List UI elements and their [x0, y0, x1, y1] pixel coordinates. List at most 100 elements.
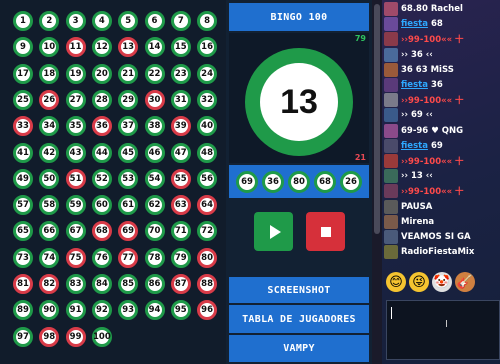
chat-text: 69-96 ♥ QNG	[401, 125, 464, 136]
board-number: 52	[91, 168, 112, 189]
board-number: 61	[118, 195, 139, 216]
called-count: 21	[354, 153, 366, 162]
chat-text: RadioFiestaMix	[401, 247, 475, 258]
remaining-count: 79	[354, 34, 366, 43]
recent-number: 80	[288, 170, 310, 193]
board-number: 64	[197, 195, 218, 216]
screenshot-button[interactable]: SCREENSHOT	[229, 277, 369, 303]
avatar[interactable]	[384, 2, 398, 16]
board-number: 4	[91, 11, 112, 31]
board-number: 86	[144, 274, 165, 294]
recent-numbers: 69 36 80 68 26	[229, 165, 369, 198]
avatar[interactable]	[384, 17, 398, 32]
stop-button[interactable]	[306, 212, 345, 251]
board-number: 2	[39, 11, 60, 31]
playback-controls	[229, 199, 369, 275]
avatar[interactable]	[384, 138, 398, 153]
board-number: 34	[39, 116, 60, 137]
chat-scrollbar[interactable]	[372, 0, 382, 364]
vampy-button[interactable]: VAMPY	[229, 335, 369, 362]
board-number: 70	[144, 221, 165, 242]
avatar[interactable]	[384, 214, 398, 229]
board-number: 26	[39, 89, 60, 110]
avatar[interactable]	[384, 184, 398, 199]
board-number: 78	[144, 247, 165, 268]
board-number: 65	[13, 221, 33, 242]
board-number: 69	[118, 221, 139, 242]
board-number: 76	[91, 247, 112, 268]
board-number: 5	[118, 11, 139, 31]
board-number: 19	[65, 63, 86, 84]
board-number: 72	[197, 221, 218, 242]
avatar[interactable]	[384, 154, 398, 168]
play-button[interactable]	[254, 212, 293, 251]
board-number: 97	[13, 326, 33, 347]
board-number: 44	[91, 142, 112, 163]
board-number: 33	[13, 116, 33, 137]
board-number: 68	[91, 221, 112, 242]
avatar[interactable]	[384, 169, 398, 184]
board-number: 11	[65, 37, 86, 58]
chat-text: ›› 13 ‹‹	[401, 171, 433, 182]
chat-username[interactable]: fiesta	[401, 19, 428, 29]
avatar[interactable]	[384, 230, 398, 244]
chat-text: ››99-100«« 十	[401, 157, 464, 167]
board-number: 50	[39, 168, 60, 189]
players-table-button[interactable]: TABLA DE JUGADORES	[229, 305, 369, 333]
avatar[interactable]	[384, 199, 398, 214]
board-number: 7	[170, 11, 191, 31]
chat-input[interactable]: I	[386, 300, 500, 360]
board-number: 42	[39, 142, 60, 163]
board-number: 48	[197, 142, 218, 163]
avatar[interactable]	[384, 32, 398, 47]
chat-username[interactable]: fiesta	[401, 141, 428, 151]
avatar[interactable]	[384, 245, 398, 260]
board-number: 12	[91, 37, 112, 58]
board-number: 98	[39, 326, 60, 347]
avatar[interactable]	[384, 108, 398, 123]
board-number: 13	[118, 37, 139, 58]
current-number: 13	[260, 63, 338, 141]
board-number: 81	[13, 274, 33, 294]
board-number: 39	[170, 116, 191, 137]
board-number: 35	[65, 116, 86, 137]
chat-text: 36 63 MiSS	[401, 64, 454, 75]
chat-text: ›› 36 ‹‹	[401, 49, 433, 60]
board-number: 32	[197, 89, 218, 110]
board-number: 89	[13, 300, 33, 321]
chat-scroll-thumb[interactable]	[374, 4, 380, 234]
board-number: 17	[13, 63, 33, 84]
board-number: 57	[13, 195, 33, 216]
avatar[interactable]	[384, 93, 398, 108]
chat-text: ››99-100«« 十	[401, 187, 464, 198]
emoji-button[interactable]: 😊	[386, 272, 406, 292]
board-number: 14	[144, 37, 165, 58]
chat-text: ››99-100«« 十	[401, 35, 464, 46]
board-number: 94	[144, 300, 165, 321]
emoji-button[interactable]: 🎸	[455, 272, 475, 292]
board-number: 23	[170, 63, 191, 84]
chat-message: RadioFiestaMix	[384, 243, 500, 261]
avatar[interactable]	[384, 123, 398, 138]
avatar[interactable]	[384, 47, 398, 62]
recent-number: 26	[340, 170, 362, 193]
board-number: 79	[170, 247, 191, 268]
board-number: 15	[170, 37, 191, 58]
recent-number: 36	[262, 170, 284, 193]
chat-username[interactable]: fiesta	[401, 80, 428, 90]
board-number: 38	[144, 116, 165, 137]
chat-text: PAUSA	[401, 201, 433, 212]
board-number: 8	[197, 11, 218, 31]
board-number: 67	[65, 221, 86, 242]
avatar[interactable]	[384, 78, 398, 92]
board-number: 60	[91, 195, 112, 216]
emoji-button[interactable]: 🤡	[432, 272, 452, 292]
board-number: 18	[39, 63, 60, 84]
board-number: 90	[39, 300, 60, 321]
emoji-button[interactable]: 😜	[409, 272, 429, 292]
board-number: 20	[91, 63, 112, 84]
game-title: BINGO 100	[229, 3, 369, 31]
board-number: 80	[197, 247, 218, 268]
avatar[interactable]	[384, 62, 398, 77]
bingo-board: 1 2 3 4 5 6 7 8 9 10 11 12 13 14 15 16 17 18 19 20 21 22 23 24 2…	[0, 0, 226, 364]
